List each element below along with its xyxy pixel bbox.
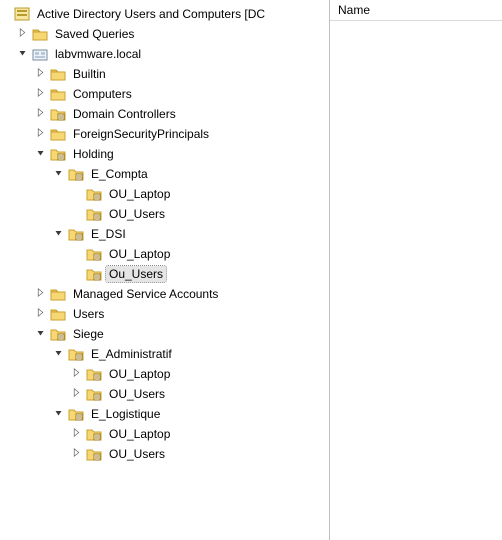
ou-icon bbox=[50, 106, 66, 122]
ou-icon bbox=[86, 206, 102, 222]
ou-icon bbox=[86, 446, 102, 462]
ou-icon bbox=[68, 346, 84, 362]
tree-item-label[interactable]: E_Logistique bbox=[88, 406, 163, 422]
tree-item-label[interactable]: Managed Service Accounts bbox=[70, 286, 221, 302]
chevron-right-icon[interactable] bbox=[36, 308, 48, 320]
chevron-down-icon[interactable] bbox=[18, 48, 30, 60]
ou-icon bbox=[86, 186, 102, 202]
chevron-right-icon[interactable] bbox=[36, 288, 48, 300]
tree-item-label[interactable]: E_Administratif bbox=[88, 346, 175, 362]
tree-item-label[interactable]: Holding bbox=[70, 146, 117, 162]
ou-icon bbox=[86, 386, 102, 402]
tree-pane[interactable]: Active Directory Users and Computers [DC… bbox=[0, 0, 330, 540]
tree-item-label[interactable]: E_DSI bbox=[88, 226, 129, 242]
ad-root-icon bbox=[14, 6, 30, 22]
chevron-right-icon[interactable] bbox=[36, 108, 48, 120]
list-pane[interactable]: Name bbox=[330, 0, 502, 540]
column-header-name[interactable]: Name bbox=[330, 0, 502, 21]
ou-icon bbox=[86, 366, 102, 382]
ou-icon bbox=[68, 406, 84, 422]
domain-icon bbox=[32, 46, 48, 62]
chevron-down-icon[interactable] bbox=[54, 228, 66, 240]
chevron-right-icon[interactable] bbox=[72, 448, 84, 460]
tree-item-label[interactable]: Ou_Users bbox=[106, 266, 166, 282]
tree-item-label[interactable]: OU_Users bbox=[106, 386, 168, 402]
tree-item-label[interactable]: Domain Controllers bbox=[70, 106, 179, 122]
folder-icon bbox=[50, 286, 66, 302]
tree-item-label[interactable]: Builtin bbox=[70, 66, 109, 82]
chevron-right-icon[interactable] bbox=[36, 68, 48, 80]
chevron-right-icon[interactable] bbox=[36, 88, 48, 100]
folder-icon bbox=[50, 126, 66, 142]
tree-item-label[interactable]: Computers bbox=[70, 86, 135, 102]
folder-icon bbox=[50, 306, 66, 322]
chevron-down-icon[interactable] bbox=[54, 408, 66, 420]
folder-icon bbox=[50, 66, 66, 82]
chevron-down-icon[interactable] bbox=[36, 148, 48, 160]
ou-icon bbox=[68, 166, 84, 182]
chevron-right-icon[interactable] bbox=[72, 388, 84, 400]
tree-item-label[interactable]: OU_Laptop bbox=[106, 426, 173, 442]
tree-item-label[interactable]: ForeignSecurityPrincipals bbox=[70, 126, 212, 142]
chevron-down-icon[interactable] bbox=[54, 348, 66, 360]
tree-item-label[interactable]: Saved Queries bbox=[52, 26, 137, 42]
tree-item-label[interactable]: Siege bbox=[70, 326, 107, 342]
ou-icon bbox=[50, 326, 66, 342]
ou-icon bbox=[86, 266, 102, 282]
tree-item-label[interactable]: Users bbox=[70, 306, 107, 322]
tree-item-label[interactable]: labvmware.local bbox=[52, 46, 144, 62]
chevron-down-icon[interactable] bbox=[36, 328, 48, 340]
tree-item-label[interactable]: OU_Laptop bbox=[106, 246, 173, 262]
ou-icon bbox=[50, 146, 66, 162]
ou-icon bbox=[86, 246, 102, 262]
chevron-right-icon[interactable] bbox=[18, 28, 30, 40]
chevron-down-icon[interactable] bbox=[54, 168, 66, 180]
tree-item-label[interactable]: OU_Users bbox=[106, 206, 168, 222]
tree-item-label[interactable]: OU_Users bbox=[106, 446, 168, 462]
tree-item-label[interactable]: Active Directory Users and Computers [DC bbox=[34, 6, 268, 22]
tree-item-label[interactable]: E_Compta bbox=[88, 166, 151, 182]
chevron-right-icon[interactable] bbox=[36, 128, 48, 140]
folder-icon bbox=[32, 26, 48, 42]
ou-icon bbox=[68, 226, 84, 242]
app-frame: Active Directory Users and Computers [DC… bbox=[0, 0, 502, 540]
chevron-right-icon[interactable] bbox=[72, 368, 84, 380]
tree-item-label[interactable]: OU_Laptop bbox=[106, 186, 173, 202]
folder-icon bbox=[50, 86, 66, 102]
chevron-right-icon[interactable] bbox=[72, 428, 84, 440]
tree-root: Active Directory Users and Computers [DC… bbox=[0, 4, 329, 464]
ou-icon bbox=[86, 426, 102, 442]
tree-item-label[interactable]: OU_Laptop bbox=[106, 366, 173, 382]
